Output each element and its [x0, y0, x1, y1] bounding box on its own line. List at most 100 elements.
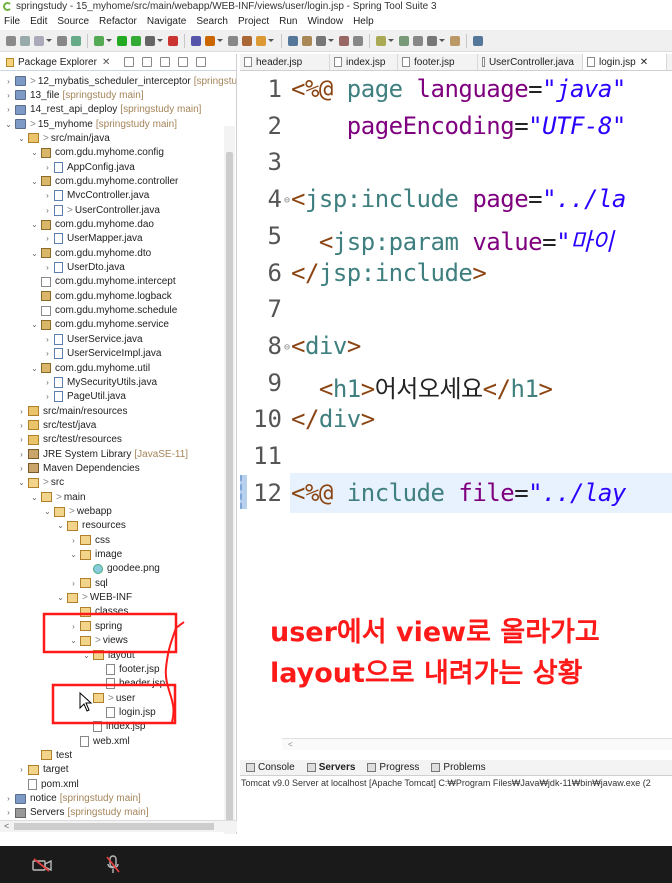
line-number: 10 — [253, 405, 282, 434]
console-icon — [246, 763, 255, 772]
code-line: <h1>어서오세요</h1> — [291, 369, 553, 404]
line-number: 6 — [267, 258, 282, 287]
user-login-highlight-box — [51, 683, 177, 725]
app-window: springstudy - 15_myhome/src/main/webapp/… — [0, 0, 672, 883]
code-token: > — [538, 374, 553, 403]
editor-tab[interactable]: UserController.java — [478, 54, 583, 70]
code-token: "UTF-8" — [528, 111, 626, 140]
code-line: </jsp:include> — [291, 258, 487, 287]
microphone-off-icon[interactable] — [106, 855, 120, 875]
scroll-left-icon[interactable]: < — [4, 821, 9, 831]
line-number: 7 — [267, 295, 282, 324]
code-token: jsp:include — [304, 185, 473, 214]
code-token: file — [458, 478, 515, 507]
line-number: 8 — [267, 331, 282, 360]
views-highlight-box — [42, 612, 178, 654]
code-token: < — [291, 331, 305, 360]
mouse-cursor-icon — [79, 692, 93, 712]
code-token: "java" — [542, 75, 626, 103]
code-token: </ — [482, 374, 511, 403]
code-token: = — [528, 75, 543, 103]
bottom-tab-label: Console — [258, 762, 295, 773]
code-token: h1 — [510, 374, 539, 403]
line-number: 9 — [267, 368, 282, 397]
code-line: </div> — [291, 405, 375, 433]
line-number: 3 — [267, 148, 282, 177]
camera-off-icon[interactable] — [32, 858, 52, 872]
code-token: = — [514, 478, 529, 507]
servers-icon — [306, 763, 316, 772]
editor-horizontal-scrollbar[interactable]: < — [282, 738, 672, 750]
current-line-marker — [240, 475, 247, 509]
code-token: > — [346, 331, 361, 360]
editor-tab-label: UserController.java — [488, 56, 574, 68]
editor-tab[interactable]: login.jsp ✕ — [583, 54, 667, 70]
code-token: </ — [291, 405, 319, 434]
code-token: page — [472, 185, 529, 214]
code-token: language — [416, 75, 529, 103]
code-token: = — [528, 185, 543, 214]
code-token: <%@ — [291, 75, 347, 103]
code-line: <div> — [291, 332, 361, 360]
code-token: pageEncoding — [346, 111, 515, 140]
code-token: include — [346, 478, 459, 507]
scroll-left-icon[interactable]: < — [288, 740, 293, 749]
code-token: < — [318, 227, 333, 256]
line-number: 5 — [267, 221, 282, 250]
code-token: page — [346, 75, 417, 103]
line-number: 2 — [267, 111, 282, 140]
bottom-tab-label: Problems — [443, 762, 486, 773]
jsp-file-icon — [244, 57, 252, 67]
editor-tab-label: footer.jsp — [414, 56, 455, 68]
bottom-panel-tabs: Console Servers Progress Problems — [240, 760, 672, 776]
editor-tab[interactable]: footer.jsp — [398, 54, 478, 70]
code-token: "../lay — [528, 478, 626, 507]
code-token: div — [304, 331, 347, 360]
fold-toggle-icon[interactable]: ⊖ — [284, 342, 290, 353]
progress-icon — [367, 763, 377, 772]
jsp-file-icon — [587, 57, 595, 67]
bottom-tab[interactable]: Console — [246, 762, 295, 773]
annotation-line-2: layout으로 내려가는 상황 — [270, 658, 583, 689]
editor-tab-bar: header.jsp index.jsp footer.jsp UserControl… — [240, 54, 672, 71]
line-number: 11 — [253, 442, 282, 470]
code-token: "../la — [542, 185, 626, 214]
code-token: 어서오세요 — [374, 374, 483, 403]
code-token: div — [318, 405, 361, 434]
code-token: <%@ — [291, 478, 347, 507]
code-token: < — [291, 185, 305, 214]
bottom-tab[interactable]: Progress — [367, 762, 419, 773]
annotation-text: user에서 view로 올라가고 layout으로 내려가는 상황 — [270, 612, 600, 694]
scrollbar-thumb[interactable] — [14, 823, 214, 830]
code-token: </ — [291, 258, 319, 287]
code-token: jsp:include — [318, 258, 473, 287]
code-token: = — [514, 111, 529, 140]
video-call-control-bar — [0, 846, 672, 883]
jsp-file-icon — [334, 57, 342, 67]
editor-tab-label: login.jsp — [599, 56, 636, 68]
explorer-horizontal-scrollbar[interactable]: < — [0, 820, 237, 832]
code-line: pageEncoding="UTF-8" — [291, 112, 626, 140]
bottom-tab-label: Servers — [318, 762, 356, 773]
problems-icon — [431, 763, 441, 772]
editor-tab[interactable]: index.jsp — [330, 54, 398, 70]
close-tab-icon[interactable]: ✕ — [640, 57, 648, 68]
java-file-icon — [482, 57, 485, 67]
line-number: 1 — [267, 75, 282, 103]
code-token: > — [472, 258, 487, 287]
bottom-tab[interactable]: Servers — [306, 762, 356, 773]
fold-toggle-icon[interactable]: ⊖ — [284, 195, 290, 206]
code-token: "마이 — [556, 227, 614, 256]
code-line: <jsp:include page="../la — [291, 185, 626, 213]
bottom-tab[interactable]: Problems — [431, 762, 486, 773]
editor-tab[interactable]: header.jsp — [240, 54, 330, 70]
code-token: jsp:param — [332, 227, 473, 256]
line-number: 12 — [253, 478, 282, 507]
editor-tab-label: index.jsp — [346, 56, 386, 68]
code-token: = — [542, 227, 557, 256]
jsp-file-icon — [402, 57, 410, 67]
code-token: h1 — [332, 374, 361, 403]
